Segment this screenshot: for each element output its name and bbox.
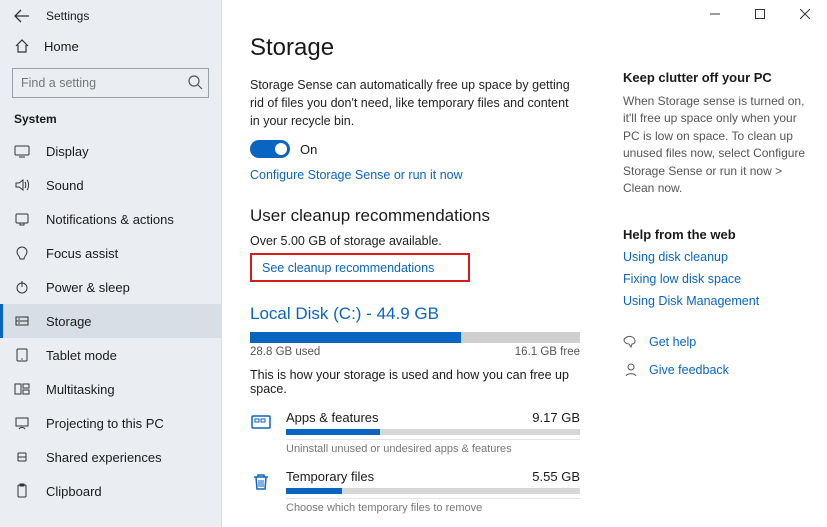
shared-icon — [14, 449, 32, 465]
sidebar-item-multitasking[interactable]: Multitasking — [0, 372, 221, 406]
disk-title[interactable]: Local Disk (C:) - 44.9 GB — [250, 304, 589, 324]
disk-free-label: 16.1 GB free — [515, 346, 580, 358]
sidebar-item-storage[interactable]: Storage — [0, 304, 221, 338]
cat-size: 5.55 GB — [532, 469, 580, 484]
home-icon — [14, 38, 30, 54]
search-input[interactable] — [12, 68, 209, 98]
nav-label: Notifications & actions — [46, 212, 174, 227]
feedback-icon — [623, 362, 639, 378]
search-icon — [187, 74, 203, 90]
sidebar-item-display[interactable]: Display — [0, 134, 221, 168]
see-cleanup-recommendations-link[interactable]: See cleanup recommendations — [262, 261, 434, 275]
sidebar-item-sound[interactable]: Sound — [0, 168, 221, 202]
sound-icon — [14, 177, 32, 193]
nav-label: Power & sleep — [46, 280, 130, 295]
configure-storage-sense-link[interactable]: Configure Storage Sense or run it now — [250, 168, 463, 182]
cat-name: Temporary files — [286, 469, 374, 484]
multitasking-icon — [14, 381, 32, 397]
disk-usage-bar — [250, 332, 580, 343]
apps-icon — [250, 410, 274, 434]
help-link-disk-cleanup[interactable]: Using disk cleanup — [623, 250, 813, 264]
get-help-label: Get help — [649, 335, 696, 349]
page-title: Storage — [250, 34, 589, 62]
sidebar-item-projecting[interactable]: Projecting to this PC — [0, 406, 221, 440]
nav-label: Sound — [46, 178, 84, 193]
cleanup-heading: User cleanup recommendations — [250, 206, 589, 226]
maximize-button[interactable] — [737, 0, 782, 28]
nav-label: Display — [46, 144, 89, 159]
minimize-button[interactable] — [692, 0, 737, 28]
right-panel: Keep clutter off your PC When Storage se… — [617, 0, 827, 527]
help-link-disk-mgmt[interactable]: Using Disk Management — [623, 294, 813, 308]
power-icon — [14, 279, 32, 295]
notifications-icon — [14, 211, 32, 227]
tablet-icon — [14, 347, 32, 363]
disk-used-label: 28.8 GB used — [250, 346, 320, 358]
cleanup-available: Over 5.00 GB of storage available. — [250, 234, 589, 248]
sidebar-item-shared[interactable]: Shared experiences — [0, 440, 221, 474]
nav-label: Focus assist — [46, 246, 118, 261]
storage-icon — [14, 313, 32, 329]
help-link-low-disk[interactable]: Fixing low disk space — [623, 272, 813, 286]
highlight-box: See cleanup recommendations — [250, 253, 470, 282]
help-heading: Help from the web — [623, 227, 813, 242]
sidebar-item-power[interactable]: Power & sleep — [0, 270, 221, 304]
cat-hint: Uninstall unused or undesired apps & fea… — [286, 439, 580, 455]
display-icon — [14, 143, 32, 159]
sidebar: Settings Home System Display Sound Notif… — [0, 0, 222, 527]
nav-label: Tablet mode — [46, 348, 117, 363]
nav-label: Multitasking — [46, 382, 115, 397]
nav-label: Projecting to this PC — [46, 416, 164, 431]
sidebar-item-focus[interactable]: Focus assist — [0, 236, 221, 270]
category-apps-features[interactable]: Apps & features 9.17 GB Uninstall unused … — [250, 410, 580, 455]
give-feedback-row[interactable]: Give feedback — [623, 362, 813, 378]
sidebar-item-clipboard[interactable]: Clipboard — [0, 474, 221, 508]
projecting-icon — [14, 415, 32, 431]
group-label-system: System — [0, 108, 221, 134]
usage-description: This is how your storage is used and how… — [250, 368, 589, 396]
close-button[interactable] — [782, 0, 827, 28]
sidebar-item-home[interactable]: Home — [0, 28, 221, 62]
nav-label: Storage — [46, 314, 92, 329]
title-bar — [0, 0, 827, 28]
search-field[interactable] — [12, 68, 209, 98]
cat-hint: Choose which temporary files to remove — [286, 498, 580, 514]
cat-size: 9.17 GB — [532, 410, 580, 425]
cat-name: Apps & features — [286, 410, 379, 425]
get-help-row[interactable]: Get help — [623, 334, 813, 350]
focus-icon — [14, 245, 32, 261]
toggle-state-label: On — [300, 142, 317, 157]
give-feedback-label: Give feedback — [649, 363, 729, 377]
category-temporary-files[interactable]: Temporary files 5.55 GB Choose which temp… — [250, 469, 580, 514]
sidebar-item-notifications[interactable]: Notifications & actions — [0, 202, 221, 236]
trash-icon — [250, 469, 274, 493]
storage-sense-desc: Storage Sense can automatically free up … — [250, 76, 580, 130]
storage-sense-toggle[interactable] — [250, 140, 290, 158]
clutter-heading: Keep clutter off your PC — [623, 70, 813, 85]
nav-label: Shared experiences — [46, 450, 162, 465]
nav-label: Clipboard — [46, 484, 102, 499]
main-content: Storage Storage Sense can automatically … — [222, 0, 617, 527]
clipboard-icon — [14, 483, 32, 499]
clutter-paragraph: When Storage sense is turned on, it'll f… — [623, 93, 813, 197]
sidebar-item-tablet[interactable]: Tablet mode — [0, 338, 221, 372]
help-icon — [623, 334, 639, 350]
home-label: Home — [44, 39, 79, 54]
